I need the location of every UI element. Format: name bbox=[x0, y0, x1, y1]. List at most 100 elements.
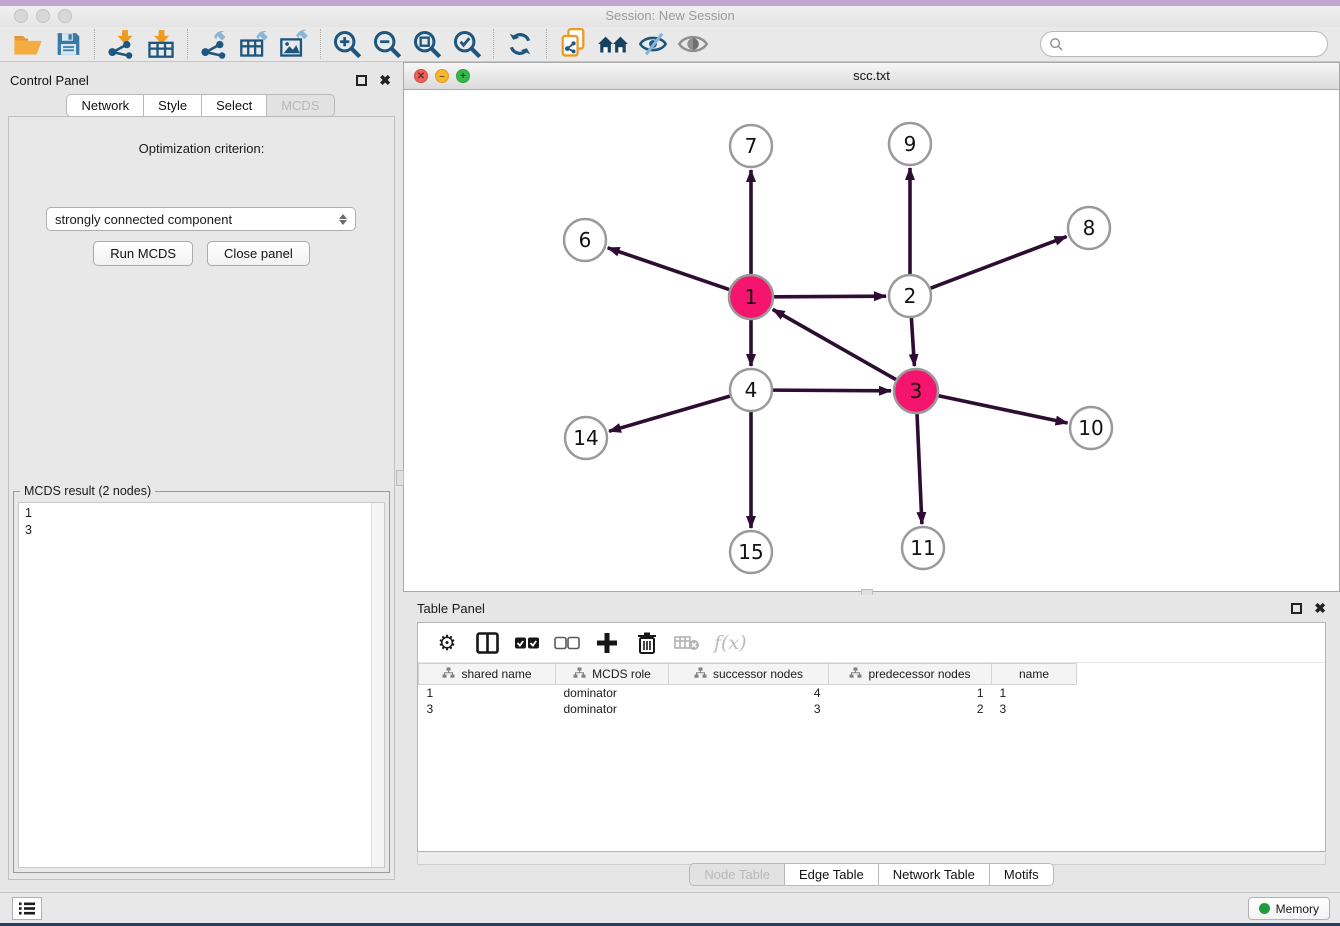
graph-edge-2-8[interactable] bbox=[931, 237, 1067, 289]
hide-details-icon[interactable] bbox=[633, 28, 673, 60]
tab-mcds[interactable]: MCDS bbox=[266, 94, 334, 117]
result-scrollbar[interactable] bbox=[371, 503, 384, 867]
deselect-all-icon[interactable] bbox=[554, 629, 580, 657]
home-icon[interactable] bbox=[593, 28, 633, 60]
table-cell[interactable]: 1 bbox=[829, 685, 992, 701]
toggle-panel-icon[interactable] bbox=[474, 629, 500, 657]
table-cell[interactable]: 3 bbox=[992, 701, 1077, 717]
table-cell[interactable]: dominator bbox=[556, 685, 669, 701]
import-network-icon[interactable] bbox=[101, 28, 141, 60]
search-input[interactable] bbox=[1064, 37, 1327, 52]
mcds-result-title: MCDS result (2 nodes) bbox=[20, 484, 155, 498]
graph-edge-3-1[interactable] bbox=[773, 309, 896, 379]
export-network-icon[interactable] bbox=[194, 28, 234, 60]
table-tab-motifs[interactable]: Motifs bbox=[989, 863, 1054, 886]
table-cell[interactable]: 2 bbox=[829, 701, 992, 717]
graph-edge-1-2[interactable] bbox=[774, 296, 886, 297]
table-cell[interactable]: dominator bbox=[556, 701, 669, 717]
graph-node-label-1: 1 bbox=[745, 285, 758, 309]
search-box[interactable] bbox=[1040, 31, 1328, 57]
zoom-fit-icon[interactable] bbox=[407, 28, 447, 60]
graph-edge-3-10[interactable] bbox=[939, 396, 1068, 423]
column-label: name bbox=[1019, 667, 1049, 681]
select-all-icon[interactable] bbox=[514, 629, 540, 657]
graph-edge-2-3[interactable] bbox=[911, 318, 914, 366]
zoom-selected-icon[interactable] bbox=[447, 28, 487, 60]
zoom-in-icon[interactable] bbox=[327, 28, 367, 60]
graph-node-label-4: 4 bbox=[745, 378, 758, 402]
graph-edge-3-11[interactable] bbox=[917, 414, 922, 524]
table-cell[interactable]: 3 bbox=[419, 701, 556, 717]
mcds-result-text[interactable]: 13 bbox=[18, 502, 385, 868]
node-table[interactable]: shared nameMCDS rolesuccessor nodesprede… bbox=[418, 663, 1077, 717]
network-canvas[interactable]: 1234678910111415 bbox=[404, 90, 1339, 591]
close-panel-icon[interactable]: ✖ bbox=[379, 75, 391, 86]
vertical-splitter-handle[interactable] bbox=[396, 470, 404, 486]
graph-edge-1-6[interactable] bbox=[608, 248, 730, 290]
graph-node-label-10: 10 bbox=[1078, 416, 1103, 440]
run-mcds-button[interactable]: Run MCDS bbox=[93, 241, 193, 266]
graph-node-label-11: 11 bbox=[910, 536, 935, 560]
table-cell[interactable]: 4 bbox=[669, 685, 829, 701]
table-toolbar: ⚙f(x) bbox=[418, 623, 1325, 663]
control-panel-tabs: NetworkStyleSelectMCDS bbox=[0, 94, 401, 117]
zoom-out-icon[interactable] bbox=[367, 28, 407, 60]
result-line: 1 bbox=[25, 505, 378, 522]
column-header-MCDS-role[interactable]: MCDS role bbox=[556, 664, 669, 685]
tab-network[interactable]: Network bbox=[66, 94, 143, 117]
column-type-icon bbox=[849, 667, 862, 682]
export-table-icon[interactable] bbox=[234, 28, 274, 60]
column-header-predecessor-nodes[interactable]: predecessor nodes bbox=[829, 664, 992, 685]
table-tabs: Node TableEdge TableNetwork TableMotifs bbox=[689, 863, 1053, 886]
table-panel: Table Panel ✖ ⚙f(x) shared nameMCDS role… bbox=[403, 595, 1340, 888]
toolbar-separator bbox=[94, 29, 95, 59]
refresh-icon[interactable] bbox=[500, 28, 540, 60]
network-window-title: scc.txt bbox=[404, 68, 1339, 83]
app-title: Session: New Session bbox=[0, 8, 1340, 23]
task-history-button[interactable] bbox=[12, 897, 42, 920]
table-float-panel-icon[interactable] bbox=[1291, 603, 1302, 614]
add-column-icon[interactable] bbox=[594, 629, 620, 657]
float-panel-icon[interactable] bbox=[356, 75, 367, 86]
column-header-shared-name[interactable]: shared name bbox=[419, 664, 556, 685]
graph-node-label-14: 14 bbox=[573, 426, 598, 450]
table-cell[interactable]: 1 bbox=[419, 685, 556, 701]
table-row[interactable]: 3dominator323 bbox=[419, 701, 1077, 717]
network-window-titlebar[interactable]: ✕ – + scc.txt bbox=[404, 63, 1339, 90]
table-row[interactable]: 1dominator411 bbox=[419, 685, 1077, 701]
clone-network-icon[interactable] bbox=[553, 28, 593, 60]
column-type-icon bbox=[442, 667, 455, 682]
open-file-icon[interactable] bbox=[8, 28, 48, 60]
tab-style[interactable]: Style bbox=[143, 94, 201, 117]
table-close-panel-icon[interactable]: ✖ bbox=[1314, 603, 1326, 614]
table-cell[interactable]: 3 bbox=[669, 701, 829, 717]
network-view-window: ✕ – + scc.txt 1234678910111415 bbox=[403, 62, 1340, 592]
graph-edge-4-3[interactable] bbox=[773, 390, 891, 391]
graph-node-label-15: 15 bbox=[738, 540, 763, 564]
list-icon bbox=[18, 901, 36, 916]
birdseye-icon[interactable] bbox=[673, 28, 713, 60]
criterion-select[interactable]: strongly connected component bbox=[46, 207, 356, 231]
table-tab-edge-table[interactable]: Edge Table bbox=[784, 863, 878, 886]
result-line: 3 bbox=[25, 522, 378, 539]
criterion-selected-value: strongly connected component bbox=[55, 212, 339, 227]
table-cell[interactable]: 1 bbox=[992, 685, 1077, 701]
column-header-successor-nodes[interactable]: successor nodes bbox=[669, 664, 829, 685]
import-table-icon[interactable] bbox=[141, 28, 181, 60]
delete-column-icon[interactable] bbox=[634, 629, 660, 657]
table-tab-node-table[interactable]: Node Table bbox=[689, 863, 784, 886]
close-panel-button[interactable]: Close panel bbox=[207, 241, 310, 266]
app-titlebar: Session: New Session bbox=[0, 6, 1340, 27]
control-panel: Control Panel ✖ NetworkStyleSelectMCDS O… bbox=[0, 66, 401, 888]
table-settings-icon[interactable]: ⚙ bbox=[434, 629, 460, 657]
save-session-icon[interactable] bbox=[48, 28, 88, 60]
column-header-name[interactable]: name bbox=[992, 664, 1077, 685]
delete-table-icon bbox=[674, 629, 700, 657]
graph-edge-4-14[interactable] bbox=[609, 396, 730, 431]
memory-button[interactable]: Memory bbox=[1248, 897, 1330, 920]
column-type-icon bbox=[573, 667, 586, 682]
table-tab-network-table[interactable]: Network Table bbox=[878, 863, 989, 886]
tab-select[interactable]: Select bbox=[201, 94, 266, 117]
export-image-icon[interactable] bbox=[274, 28, 314, 60]
status-bar: Memory bbox=[0, 892, 1340, 923]
